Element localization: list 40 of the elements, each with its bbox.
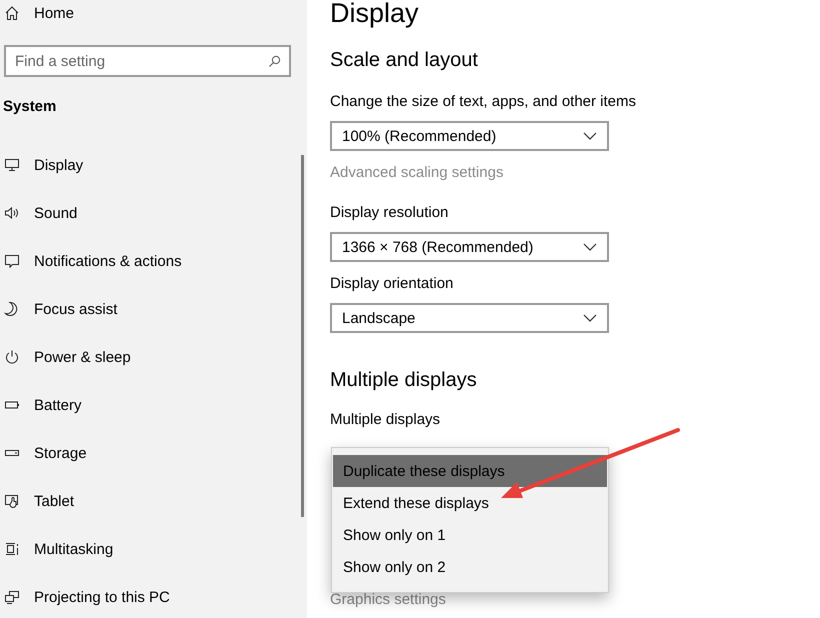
sidebar-item[interactable]: Notifications & actions [0, 237, 307, 285]
monitor-icon [4, 157, 20, 173]
sidebar-item[interactable]: Sound [0, 189, 307, 237]
sidebar-item[interactable]: Projecting to this PC [0, 573, 307, 618]
section-heading: Multiple displays [330, 368, 477, 393]
sidebar-item[interactable]: Focus assist [0, 285, 307, 333]
search-icon [268, 55, 281, 68]
section-heading: System [2, 97, 56, 117]
menu-option[interactable]: Show only on 2 [333, 551, 607, 583]
sidebar-item[interactable]: Multitasking [0, 525, 307, 573]
menu-option[interactable]: Duplicate these displays [333, 455, 607, 487]
screens-icon [4, 589, 20, 605]
section-heading: Scale and layout [330, 48, 478, 73]
field-label: Display orientation [330, 274, 454, 294]
power-icon [4, 349, 20, 365]
field-label: Change the size of text, apps, and other items [330, 92, 636, 112]
search-field[interactable]: Find a setting [4, 45, 291, 77]
dropdown[interactable]: 100% (Recommended) [330, 121, 609, 151]
sidebar-item[interactable]: Power & sleep [0, 333, 307, 381]
multitasking-icon [4, 541, 20, 557]
sidebar-item[interactable]: Battery [0, 381, 307, 429]
menu-option[interactable]: Extend these displays [333, 487, 607, 519]
field-label: Multiple displays [330, 410, 440, 430]
sidebar-item[interactable]: Display [0, 141, 307, 189]
home-link[interactable]: Home [34, 4, 74, 22]
sidebar-item[interactable]: Tablet [0, 477, 307, 525]
sidebar-item[interactable]: Storage [0, 429, 307, 477]
field-label: Display resolution [330, 203, 448, 223]
tablet-icon [4, 493, 20, 509]
chevron-icon [583, 243, 597, 251]
speech-bubble-icon [4, 253, 20, 269]
chevron-icon [583, 314, 597, 322]
home-icon [4, 5, 20, 21]
dropdown[interactable]: 1366 × 768 (Recommended) [330, 232, 609, 262]
speaker-icon [4, 205, 20, 221]
chevron-icon [583, 132, 597, 140]
page-title: Display [330, 0, 419, 30]
dropdown[interactable]: Landscape [330, 303, 609, 333]
menu-option[interactable]: Show only on 1 [333, 519, 607, 551]
moon-icon [4, 301, 20, 317]
